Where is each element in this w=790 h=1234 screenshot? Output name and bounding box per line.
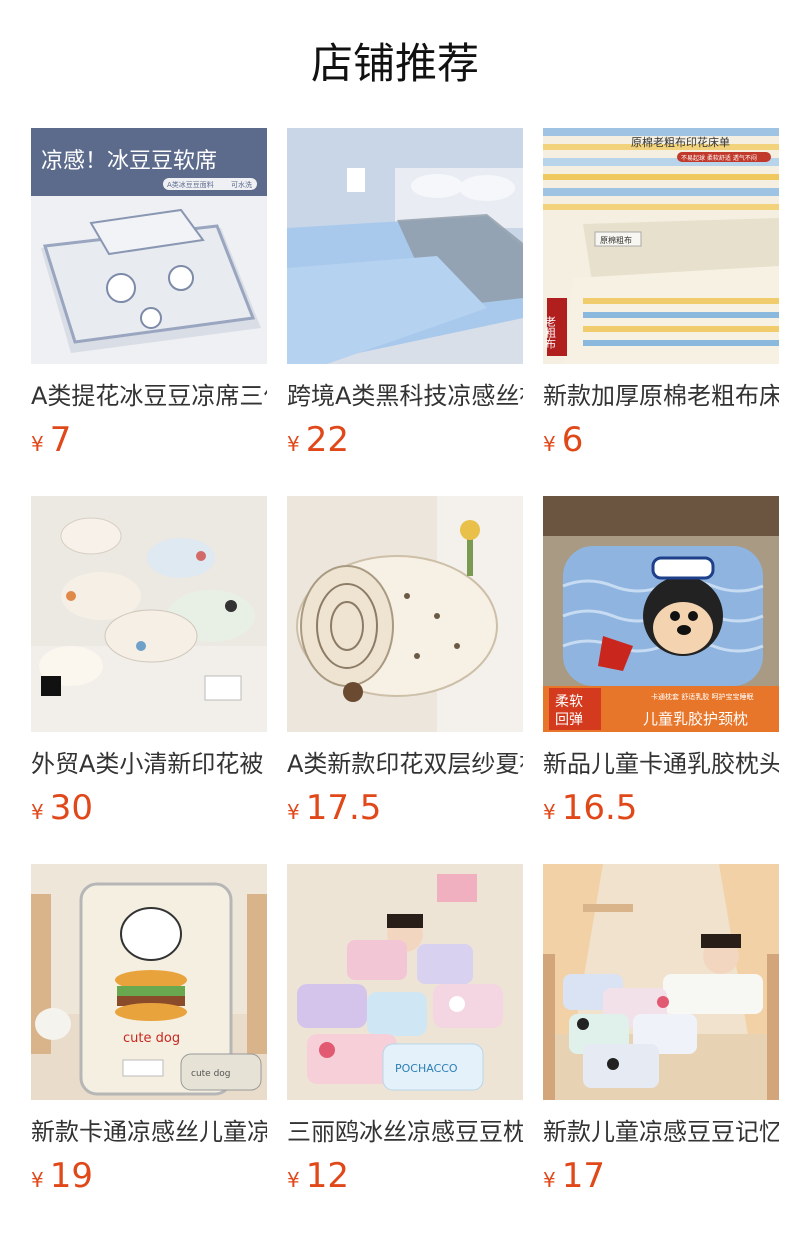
price-value: 7 xyxy=(49,420,72,460)
product-price: ¥7 xyxy=(31,418,267,468)
price-currency: ¥ xyxy=(31,800,44,824)
image-badge: 柔软 xyxy=(555,694,583,710)
image-pillow-text: cute dog xyxy=(191,1069,231,1079)
product-card[interactable]: 凉感！冰豆豆软席 A类冰豆豆面料 可水洗 A类提花冰豆豆凉席三件套 ¥7 xyxy=(31,128,267,468)
page-title: 店铺推荐 xyxy=(310,39,479,88)
product-card[interactable]: A类新款印花双层纱夏被 ¥17.5 xyxy=(287,496,523,836)
product-card[interactable]: cute dog cute dog 新款卡通凉感丝儿童凉席 ¥19 xyxy=(31,864,267,1204)
product-name[interactable]: 跨境A类黑科技凉感丝被 xyxy=(287,380,523,412)
product-image[interactable]: 柔软 回弹 卡通枕套 舒适乳胶 呵护宝宝睡眠 儿童乳胶护颈枕 xyxy=(543,496,779,732)
price-value: 16.5 xyxy=(561,788,638,828)
price-value: 12 xyxy=(305,1156,349,1196)
product-name[interactable]: A类提花冰豆豆凉席三件套 xyxy=(31,380,267,412)
price-currency: ¥ xyxy=(543,432,556,456)
product-price: ¥6 xyxy=(543,418,779,468)
product-price: ¥17 xyxy=(543,1154,779,1204)
product-name[interactable]: 新品儿童卡通乳胶枕头 xyxy=(543,748,779,780)
price-currency: ¥ xyxy=(543,800,556,824)
product-name[interactable]: 新款卡通凉感丝儿童凉席 xyxy=(31,1116,267,1148)
product-name[interactable]: 新款加厚原棉老粗布床单 xyxy=(543,380,779,412)
image-headline: 凉感！冰豆豆软席 xyxy=(41,149,217,174)
product-name[interactable]: 外贸A类小清新印花被 xyxy=(31,748,267,780)
product-price: ¥30 xyxy=(31,786,267,836)
product-price: ¥22 xyxy=(287,418,523,468)
product-name[interactable]: A类新款印花双层纱夏被 xyxy=(287,748,523,780)
price-currency: ¥ xyxy=(543,1168,556,1192)
image-badge: 回弹 xyxy=(555,712,583,728)
price-currency: ¥ xyxy=(287,1168,300,1192)
price-currency: ¥ xyxy=(31,1168,44,1192)
image-tag: A类冰豆豆面料 xyxy=(167,180,214,189)
price-value: 17 xyxy=(561,1156,605,1196)
image-label: 原棉粗布 xyxy=(600,235,632,245)
image-headline: 原棉老粗布印花床单 xyxy=(631,135,730,149)
product-image[interactable] xyxy=(543,864,779,1100)
image-tag: 可水洗 xyxy=(231,180,252,189)
product-price: ¥16.5 xyxy=(543,786,779,836)
product-price: ¥19 xyxy=(31,1154,267,1204)
product-image[interactable] xyxy=(31,496,267,732)
product-price: ¥17.5 xyxy=(287,786,523,836)
product-card[interactable]: 新款儿童凉感豆豆记忆枕 ¥17 xyxy=(543,864,779,1204)
product-card[interactable]: 跨境A类黑科技凉感丝被 ¥22 xyxy=(287,128,523,468)
price-currency: ¥ xyxy=(31,432,44,456)
product-card[interactable]: POCHACCO 三丽鸥冰丝凉感豆豆枕 ¥12 xyxy=(287,864,523,1204)
image-seal: 老粗布 xyxy=(544,316,557,350)
image-sub: 不易起球 柔软舒适 透气不闷 xyxy=(681,154,757,162)
product-image[interactable]: POCHACCO xyxy=(287,864,523,1100)
price-currency: ¥ xyxy=(287,800,300,824)
image-banner: 儿童乳胶护颈枕 xyxy=(643,710,748,728)
product-card[interactable]: 原棉老粗布印花床单 不易起球 柔软舒适 透气不闷 原棉粗布 老粗布 新款加厚原棉… xyxy=(543,128,779,468)
product-card[interactable]: 柔软 回弹 卡通枕套 舒适乳胶 呵护宝宝睡眠 儿童乳胶护颈枕 新品儿童卡通乳胶枕… xyxy=(543,496,779,836)
price-value: 17.5 xyxy=(305,788,382,828)
product-image[interactable]: 原棉老粗布印花床单 不易起球 柔软舒适 透气不闷 原棉粗布 老粗布 xyxy=(543,128,779,364)
price-value: 22 xyxy=(305,420,349,460)
product-price: ¥12 xyxy=(287,1154,523,1204)
price-value: 30 xyxy=(49,788,93,828)
price-value: 19 xyxy=(49,1156,93,1196)
product-image[interactable]: 凉感！冰豆豆软席 A类冰豆豆面料 可水洗 xyxy=(31,128,267,364)
product-image[interactable] xyxy=(287,496,523,732)
product-name[interactable]: 三丽鸥冰丝凉感豆豆枕 xyxy=(287,1116,523,1148)
price-currency: ¥ xyxy=(287,432,300,456)
product-card[interactable]: 外贸A类小清新印花被 ¥30 xyxy=(31,496,267,836)
price-value: 6 xyxy=(561,420,584,460)
product-image[interactable]: cute dog cute dog xyxy=(31,864,267,1100)
image-pillow-text: POCHACCO xyxy=(395,1062,458,1075)
image-tagline: 卡通枕套 舒适乳胶 呵护宝宝睡眠 xyxy=(651,692,753,701)
product-image[interactable] xyxy=(287,128,523,364)
product-name[interactable]: 新款儿童凉感豆豆记忆枕 xyxy=(543,1116,779,1148)
image-mat-text: cute dog xyxy=(123,1031,180,1046)
